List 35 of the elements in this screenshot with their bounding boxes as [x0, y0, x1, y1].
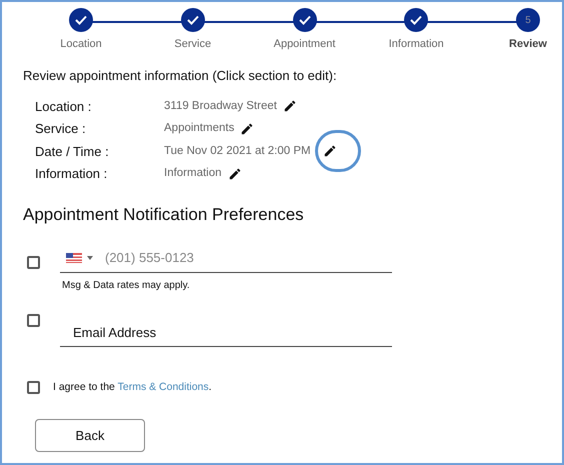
pencil-icon[interactable]	[282, 99, 297, 114]
step-label[interactable]: Service	[174, 36, 212, 52]
pencil-icon[interactable]	[322, 144, 337, 158]
checkbox[interactable]	[27, 256, 40, 268]
rates-note: Msg & Data rates may apply.	[62, 278, 191, 292]
checkbox[interactable]	[27, 380, 40, 394]
checkbox[interactable]	[27, 314, 40, 326]
pencil-icon[interactable]	[240, 122, 254, 136]
check-icon	[298, 15, 310, 25]
field-value[interactable]: 3119 Broadway Street	[164, 98, 277, 115]
step-label[interactable]: Location	[60, 36, 102, 52]
pencil-icon[interactable]	[228, 166, 242, 181]
field-value[interactable]: Appointments	[164, 120, 234, 138]
step-label[interactable]: Appointment	[274, 36, 336, 52]
field-label: Information :	[35, 165, 108, 183]
check-icon	[186, 15, 199, 25]
field-label: Service :	[35, 120, 87, 138]
field-value[interactable]: Information	[164, 165, 222, 182]
step-label[interactable]: Review	[509, 36, 547, 52]
field-label: Date / Time :	[35, 142, 110, 160]
terms-link[interactable]: Terms & Conditions	[118, 380, 209, 392]
check-icon	[75, 15, 87, 25]
terms-text: I agree to the Terms & Conditions.	[53, 380, 212, 394]
flag-icon[interactable]	[66, 253, 82, 263]
phone-input[interactable]: (201) 555-0123	[105, 248, 345, 268]
review-title: Review appointment information (Click section to edit):	[23, 66, 338, 85]
section-title: Appointment Notification Preferences	[23, 204, 305, 226]
step-label[interactable]: Information	[388, 36, 444, 52]
field-value[interactable]: Tue Nov 02 2021 at 2:00 PM	[164, 142, 311, 160]
field-label: Location :	[35, 98, 92, 116]
email-input[interactable]: Email Address	[60, 318, 392, 346]
step-number: 5	[525, 14, 531, 28]
check-icon	[410, 15, 422, 25]
caret-icon[interactable]	[87, 256, 93, 260]
back-button[interactable]: Back	[35, 419, 145, 452]
